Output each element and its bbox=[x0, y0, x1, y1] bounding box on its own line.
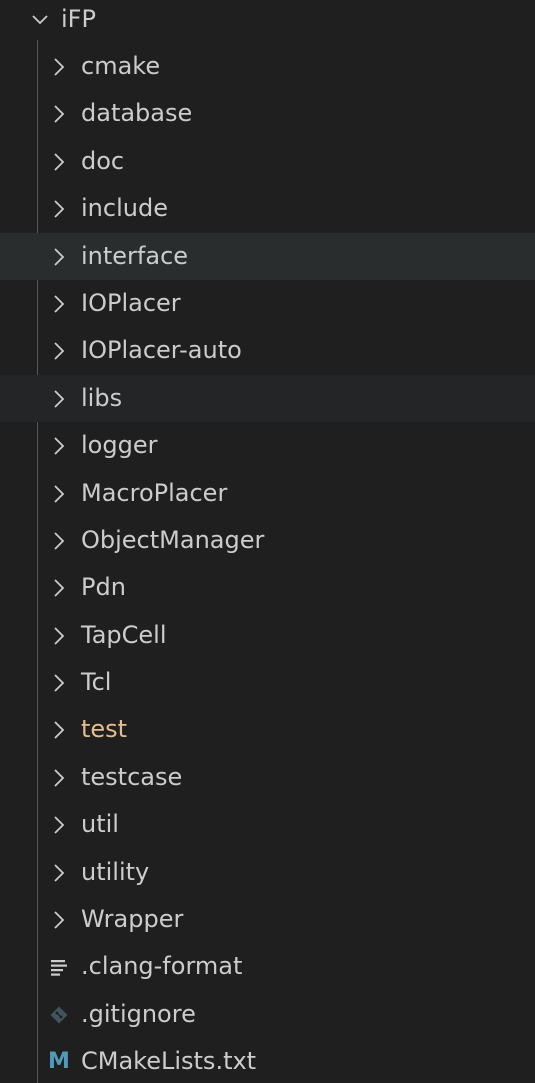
chevron-right-icon bbox=[48, 246, 70, 268]
tree-item-test[interactable]: test bbox=[0, 706, 535, 753]
tree-item-ioplacer[interactable]: IOPlacer bbox=[0, 280, 535, 327]
tree-item-testcase[interactable]: testcase bbox=[0, 754, 535, 801]
tree-item-label: interface bbox=[81, 241, 189, 270]
tree-item-label: include bbox=[81, 194, 168, 223]
chevron-right-icon bbox=[48, 577, 70, 599]
tree-item-label: TapCell bbox=[81, 620, 167, 649]
tree-item-database[interactable]: database bbox=[0, 90, 535, 137]
tree-item-label: doc bbox=[81, 146, 125, 175]
chevron-right-icon bbox=[48, 672, 70, 694]
tree-item-label: Wrapper bbox=[81, 905, 184, 934]
chevron-right-icon bbox=[48, 340, 70, 362]
chevron-right-icon bbox=[48, 293, 70, 315]
tree-root-ifp[interactable]: iFP bbox=[0, 0, 535, 40]
chevron-right-icon bbox=[48, 862, 70, 884]
tree-root-label: iFP bbox=[61, 5, 96, 33]
tree-list: cmake database doc include interface IOP… bbox=[0, 43, 535, 1083]
chevron-right-icon bbox=[48, 388, 70, 410]
tree-item-label: testcase bbox=[81, 762, 183, 791]
chevron-right-icon bbox=[48, 103, 70, 125]
tree-item-label: libs bbox=[81, 383, 123, 412]
chevron-right-icon bbox=[48, 198, 70, 220]
cmake-m-icon: M bbox=[48, 1051, 70, 1073]
git-icon bbox=[48, 1004, 70, 1026]
tree-item-tapcell[interactable]: TapCell bbox=[0, 612, 535, 659]
tree-item-macroplacer[interactable]: MacroPlacer bbox=[0, 470, 535, 517]
tree-item-label: .gitignore bbox=[81, 999, 196, 1028]
tree-item-libs[interactable]: libs bbox=[0, 374, 535, 423]
tree-item-label: IOPlacer-auto bbox=[81, 336, 242, 365]
tree-item-doc[interactable]: doc bbox=[0, 138, 535, 185]
chevron-down-icon bbox=[30, 10, 50, 30]
tree-item-tcl[interactable]: Tcl bbox=[0, 659, 535, 706]
cmake-m-glyph: M bbox=[48, 1049, 70, 1075]
tree-item-cmake[interactable]: cmake bbox=[0, 43, 535, 90]
tree-item-label: utility bbox=[81, 857, 150, 886]
tree-item-pdn[interactable]: Pdn bbox=[0, 564, 535, 611]
tree-item-label: util bbox=[81, 810, 119, 839]
tree-item-label: MacroPlacer bbox=[81, 478, 228, 507]
tree-item-logger[interactable]: logger bbox=[0, 422, 535, 469]
file-explorer: iFP cmake database doc include interface… bbox=[0, 0, 535, 1083]
chevron-right-icon bbox=[48, 719, 70, 741]
chevron-right-icon bbox=[48, 814, 70, 836]
tree-item-gitignore[interactable]: .gitignore bbox=[0, 991, 535, 1038]
tree-item-label: Pdn bbox=[81, 573, 126, 602]
tree-item-include[interactable]: include bbox=[0, 185, 535, 232]
tree-item-label: cmake bbox=[81, 52, 161, 80]
chevron-right-icon bbox=[48, 483, 70, 505]
tree-item-ioplacer-auto[interactable]: IOPlacer-auto bbox=[0, 327, 535, 374]
chevron-right-icon bbox=[48, 625, 70, 647]
tree-item-label: .clang-format bbox=[81, 952, 243, 981]
tree-item-cmakelists[interactable]: M CMakeLists.txt bbox=[0, 1038, 535, 1083]
tree-item-label: logger bbox=[81, 431, 158, 460]
chevron-right-icon bbox=[48, 767, 70, 789]
tree-item-wrapper[interactable]: Wrapper bbox=[0, 896, 535, 943]
tree-item-objectmanager[interactable]: ObjectManager bbox=[0, 517, 535, 564]
chevron-right-icon bbox=[48, 435, 70, 457]
chevron-right-icon bbox=[48, 56, 70, 78]
tree-item-utility[interactable]: utility bbox=[0, 849, 535, 896]
tree-item-label: database bbox=[81, 99, 193, 128]
tree-item-label: CMakeLists.txt bbox=[81, 1047, 257, 1076]
lines-file-icon bbox=[48, 956, 70, 978]
chevron-right-icon bbox=[48, 530, 70, 552]
tree-item-label: Tcl bbox=[81, 668, 112, 697]
tree-item-label: ObjectManager bbox=[81, 525, 265, 554]
chevron-right-icon bbox=[48, 151, 70, 173]
tree-item-label: test bbox=[81, 715, 128, 744]
tree-item-interface[interactable]: interface bbox=[0, 232, 535, 280]
tree-item-label: IOPlacer bbox=[81, 288, 181, 317]
tree-item-util[interactable]: util bbox=[0, 801, 535, 848]
chevron-right-icon bbox=[48, 909, 70, 931]
tree-item-clang-format[interactable]: .clang-format bbox=[0, 943, 535, 990]
